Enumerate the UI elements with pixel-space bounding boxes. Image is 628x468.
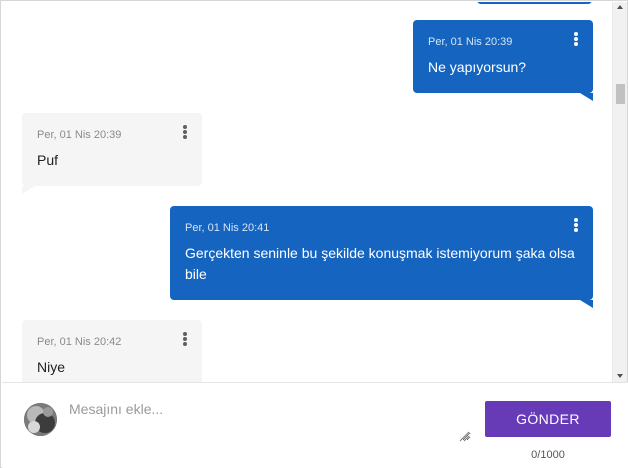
more-vert-icon[interactable] (571, 217, 581, 233)
message-text: Niye (37, 359, 66, 375)
message-list[interactable]: Per, 01 Nis 20:39 Ne yapıyorsun? Per, 01… (2, 2, 612, 382)
message-input[interactable] (69, 401, 471, 441)
message-text: Gerçekten seninle bu şekilde konuşmak is… (185, 245, 575, 282)
scrollbar[interactable] (612, 2, 627, 382)
resize-handle-icon[interactable] (458, 430, 470, 442)
more-vert-icon[interactable] (571, 31, 581, 47)
message-bubble-outgoing: Per, 01 Nis 20:41 Gerçekten seninle bu ş… (170, 206, 593, 300)
avatar (24, 403, 57, 436)
bubble-tail (22, 186, 35, 194)
message-bubble-outgoing: Per, 01 Nis 20:39 Ne yapıyorsun? (413, 20, 593, 93)
bubble-tail (580, 93, 593, 101)
more-vert-icon[interactable] (180, 124, 190, 140)
bubble-tail (580, 300, 593, 308)
message-composer: GÖNDER 0/1000 (2, 382, 628, 468)
more-vert-icon[interactable] (180, 331, 190, 347)
send-button[interactable]: GÖNDER (485, 401, 611, 437)
chat-window: Per, 01 Nis 20:39 Ne yapıyorsun? Per, 01… (0, 0, 628, 468)
message-text: Ne yapıyorsun? (428, 59, 527, 75)
scroll-down-icon[interactable] (617, 374, 623, 378)
scroll-up-icon[interactable] (617, 5, 623, 9)
scrollbar-thumb[interactable] (616, 84, 625, 104)
message-text: Puf (37, 152, 59, 168)
message-timestamp: Per, 01 Nis 20:41 (185, 222, 270, 234)
message-timestamp: Per, 01 Nis 20:42 (37, 336, 122, 348)
message-timestamp: Per, 01 Nis 20:39 (37, 129, 122, 141)
message-timestamp: Per, 01 Nis 20:39 (428, 36, 513, 48)
message-bubble-partial (477, 2, 592, 4)
message-bubble-incoming: Per, 01 Nis 20:39 Puf (22, 113, 202, 186)
character-counter: 0/1000 (531, 449, 565, 461)
message-bubble-incoming: Per, 01 Nis 20:42 Niye (22, 320, 202, 382)
